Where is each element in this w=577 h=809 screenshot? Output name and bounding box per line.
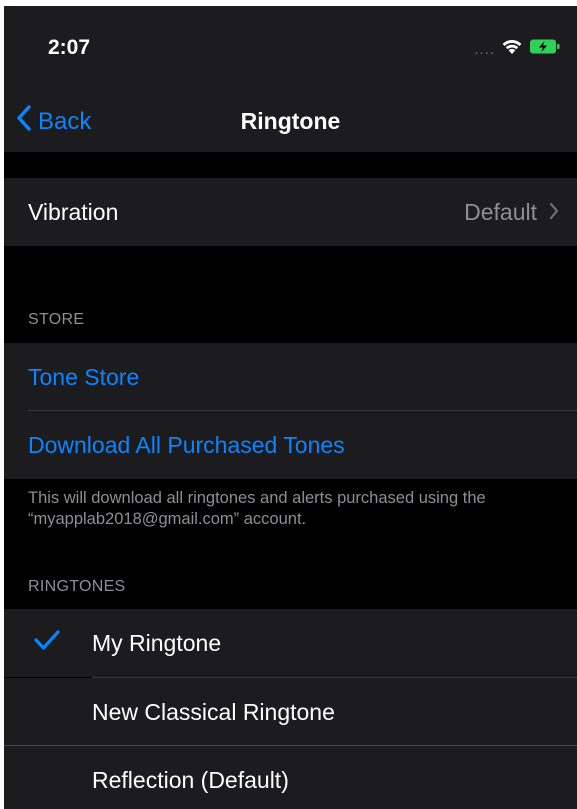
store-footer-text: This will download all ringtones and ale… [28,489,486,528]
wifi-icon [501,38,523,60]
ringtone-label: My Ringtone [92,630,222,656]
vibration-label: Vibration [28,199,119,225]
vibration-value: Default [464,199,537,225]
ringtone-row-reflection[interactable]: Reflection (Default) [4,746,577,809]
chevron-right-icon [549,178,559,246]
ringtones-section-header: RINGTONES [28,578,126,595]
status-icons: .... [474,38,561,60]
ringtone-label: Reflection (Default) [92,767,289,793]
tone-store-link[interactable]: Tone Store [28,343,139,411]
checkmark-icon [34,629,60,656]
ringtone-row-new-classical[interactable]: New Classical Ringtone [4,678,577,746]
page-title: Ringtone [240,108,341,134]
signal-dots: .... [474,40,495,58]
screen: 2:07 .... Back Ringtone Vibration Defaul… [4,6,577,809]
download-purchased-row[interactable]: Download All Purchased Tones [4,411,577,479]
vibration-row[interactable]: Vibration Default [4,178,577,246]
download-purchased-link[interactable]: Download All Purchased Tones [28,411,345,479]
tone-store-row[interactable]: Tone Store [4,343,577,411]
ringtone-row-my-ringtone[interactable]: My Ringtone [4,609,577,677]
status-time: 2:07 [48,36,91,59]
store-section-header: STORE [28,311,85,328]
battery-charging-icon [529,38,561,60]
status-bar: 2:07 .... [4,6,577,88]
ringtone-label: New Classical Ringtone [92,699,335,725]
navigation-bar: Back Ringtone [4,88,577,152]
vibration-value-container: Default [464,178,559,246]
